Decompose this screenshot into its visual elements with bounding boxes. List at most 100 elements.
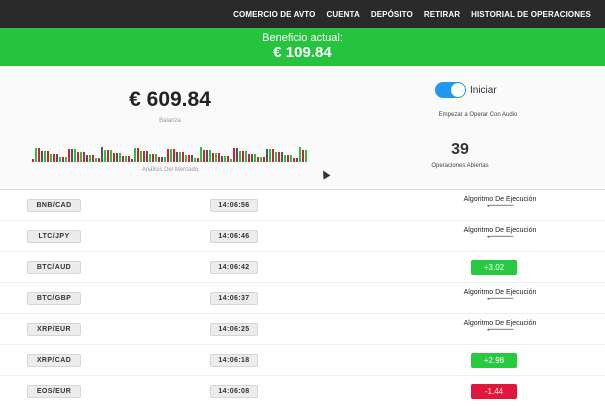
market-bar [224,156,226,162]
start-toggle[interactable] [435,82,466,98]
start-toggle-wrap: Iniciar [435,82,497,98]
market-bar [233,148,235,162]
algorithm-status-text: Algoritmo De Ejecución [463,320,537,327]
start-toggle-label: Iniciar [470,84,497,96]
trade-row: XRP/CAD 14:06:18 +2.98 [0,345,605,376]
market-bar [176,152,178,162]
trade-pair: LTC/JPY [27,230,81,243]
market-bar [281,152,283,162]
market-bar [32,159,34,162]
market-bar [86,155,88,162]
trade-time: 14:06:18 [210,354,258,367]
trade-row: BNB/CAD 14:06:56 Algoritmo De Ejecución … [0,190,605,221]
market-bar [260,157,262,162]
trade-time: 14:06:42 [210,261,258,274]
top-nav: COMERCIO DE AVTO CUENTA DEPÓSITO RETIRAR… [0,0,605,28]
trade-row: XRP/EUR 14:06:25 Algoritmo De Ejecución … [0,314,605,345]
market-bar [116,153,118,162]
trade-result-badge: -1.44 [471,384,517,399]
market-bar [167,149,169,162]
market-bar [191,155,193,162]
profit-banner: Beneficio actual: € 109.84 [0,28,605,66]
market-bar [212,153,214,162]
trade-row: EOS/EUR 14:06:08 -1.44 [0,376,605,406]
nav-item-deposito[interactable]: DEPÓSITO [371,10,413,19]
algorithm-status: Algoritmo De Ejecución ◂━━━━━━━━ [440,227,560,240]
market-bar [248,154,250,162]
market-bar [71,149,73,162]
balance-block: € 609.84 Balanza [100,88,240,124]
open-ops-count: 39 [451,141,469,158]
open-ops-caption: Operaciones Abiertas [431,163,489,169]
market-bar [74,149,76,162]
market-bar [278,152,280,162]
market-bar [131,159,133,162]
market-bar [77,152,79,162]
market-bar [221,156,223,162]
market-bar [68,149,70,162]
market-bar [122,156,124,162]
market-bar [236,148,238,162]
market-bar [101,147,103,162]
market-bar [200,147,202,162]
trade-pair: XRP/EUR [27,323,81,336]
market-bar [302,150,304,162]
market-bar [185,155,187,162]
market-bar [152,154,154,162]
market-bars-chart [32,147,307,162]
market-bar [170,149,172,162]
market-bar [53,154,55,162]
market-bar [194,158,196,162]
trade-pair: BTC/AUD [27,261,81,274]
market-bar [134,148,136,162]
nav-item-retirar[interactable]: RETIRAR [424,10,460,19]
market-bar [206,150,208,162]
toggle-caption: Empezar a Operar Con Audio [438,112,518,118]
market-bar [227,156,229,162]
market-bar [110,150,112,162]
trade-row: BTC/GBP 14:06:37 Algoritmo De Ejecución … [0,283,605,314]
market-bar [182,152,184,162]
left-arrow-icon: ◂━━━━━━━━ [486,234,514,240]
market-bar [239,151,241,162]
nav-item-cuenta[interactable]: CUENTA [326,10,359,19]
market-bar [188,155,190,162]
market-bar [59,157,61,162]
market-bar [119,153,121,162]
market-bar [254,154,256,162]
market-bar [257,157,259,162]
market-bar [95,158,97,162]
market-bar [293,158,295,162]
trade-time: 14:06:46 [210,230,258,243]
left-arrow-icon: ◂━━━━━━━━ [486,203,514,209]
market-bar [164,157,166,162]
nav-item-historial[interactable]: HISTORIAL DE OPERACIONES [471,10,591,19]
market-bar [275,152,277,162]
nav-item-comercio[interactable]: COMERCIO DE AVTO [233,10,315,19]
trade-pair: XRP/CAD [27,354,81,367]
trades-list: BNB/CAD 14:06:56 Algoritmo De Ejecución … [0,190,605,406]
market-bar [215,153,217,162]
market-bar [209,150,211,162]
market-bar [149,154,151,162]
algorithm-status: Algoritmo De Ejecución ◂━━━━━━━━ [440,196,560,209]
market-bar [251,154,253,162]
trade-pair: BTC/GBP [27,292,81,305]
algorithm-status-text: Algoritmo De Ejecución [463,289,537,296]
market-caption: Análisis Del Mercado [141,167,199,173]
market-bar [155,154,157,162]
market-bar [80,152,82,162]
algorithm-status-text: Algoritmo De Ejecución [463,227,537,234]
market-bar [197,158,199,162]
market-bar [296,158,298,162]
market-bar [92,155,94,162]
market-bar [272,149,274,162]
trade-row: LTC/JPY 14:06:46 Algoritmo De Ejecución … [0,221,605,252]
profit-value: € 109.84 [273,44,332,61]
algorithm-status-text: Algoritmo De Ejecución [463,196,537,203]
open-ops-block: 39 Operaciones Abiertas [400,141,520,169]
market-bar [98,158,100,162]
market-bar [146,151,148,162]
market-bar [143,151,145,162]
market-bar [50,154,52,162]
